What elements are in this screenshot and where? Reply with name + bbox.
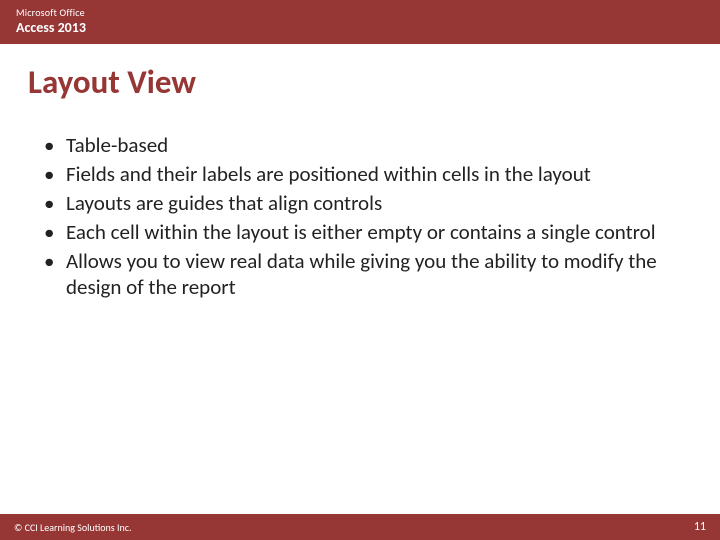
list-item: Table-based [40, 132, 680, 159]
list-item: Each cell within the layout is either em… [40, 219, 680, 246]
bullet-list: Table-based Fields and their labels are … [40, 132, 680, 301]
slide: Microsoft Office Access 2013 Layout View… [0, 0, 720, 540]
slide-title: Layout View [0, 44, 720, 102]
list-item: Fields and their labels are positioned w… [40, 161, 680, 188]
header-bar: Microsoft Office Access 2013 [0, 0, 720, 44]
slide-body: Table-based Fields and their labels are … [0, 102, 720, 540]
footer-page-number: 11 [694, 520, 706, 534]
header-product-big: Access 2013 [16, 19, 704, 36]
list-item: Layouts are guides that align controls [40, 190, 680, 217]
footer-copyright: © CCI Learning Solutions Inc. [14, 521, 132, 534]
footer-bar: © CCI Learning Solutions Inc. 11 [0, 514, 720, 540]
list-item: Allows you to view real data while givin… [40, 248, 680, 302]
header-product-small: Microsoft Office [16, 6, 704, 19]
